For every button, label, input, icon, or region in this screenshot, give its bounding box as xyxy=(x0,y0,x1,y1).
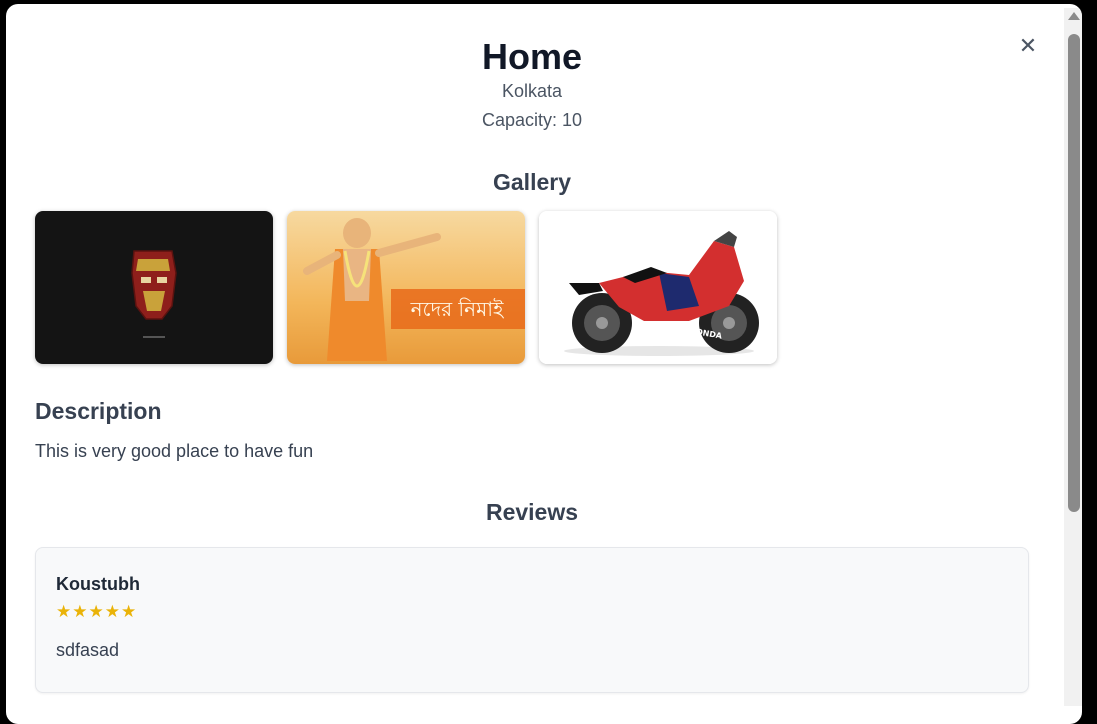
gallery-image-iron-man[interactable] xyxy=(35,211,273,364)
description-heading: Description xyxy=(35,398,162,424)
review-author: Koustubh xyxy=(56,574,140,594)
scrollbar-thumb[interactable] xyxy=(1068,34,1080,512)
reviews-heading: Reviews xyxy=(485,499,579,525)
place-details-modal: ✕ Home Kolkata Capacity: 10 Gallery নদের… xyxy=(6,4,1082,724)
devotional-poster-image: নদের নিমাই xyxy=(287,211,525,364)
gallery-image-motorcycle[interactable]: HONDA xyxy=(539,211,777,364)
capacity-value: 10 xyxy=(562,110,583,130)
gallery: নদের নিমাই HONDA xyxy=(35,211,777,364)
review-stars: ★★★★★ xyxy=(56,602,138,622)
scroll-up-arrow-icon[interactable] xyxy=(1068,12,1080,20)
gallery-image-devotional[interactable]: নদের নিমাই xyxy=(287,211,525,364)
poster-caption: নদের নিমাই xyxy=(410,297,505,321)
capacity-label: Capacity: xyxy=(481,110,557,130)
review-card: Koustubh ★★★★★ sdfasad xyxy=(35,547,1029,693)
gallery-heading: Gallery xyxy=(493,169,571,195)
place-location: Kolkata xyxy=(501,81,563,101)
description-text: This is very good place to have fun xyxy=(35,441,314,461)
iron-man-helmet-image xyxy=(35,211,273,364)
modal-content: ✕ Home Kolkata Capacity: 10 Gallery নদের… xyxy=(6,4,1058,704)
red-motorcycle-image: HONDA xyxy=(539,211,777,364)
review-text: sdfasad xyxy=(56,640,120,660)
place-capacity: Capacity: 10 xyxy=(6,110,1058,131)
place-title: Home xyxy=(481,36,583,77)
